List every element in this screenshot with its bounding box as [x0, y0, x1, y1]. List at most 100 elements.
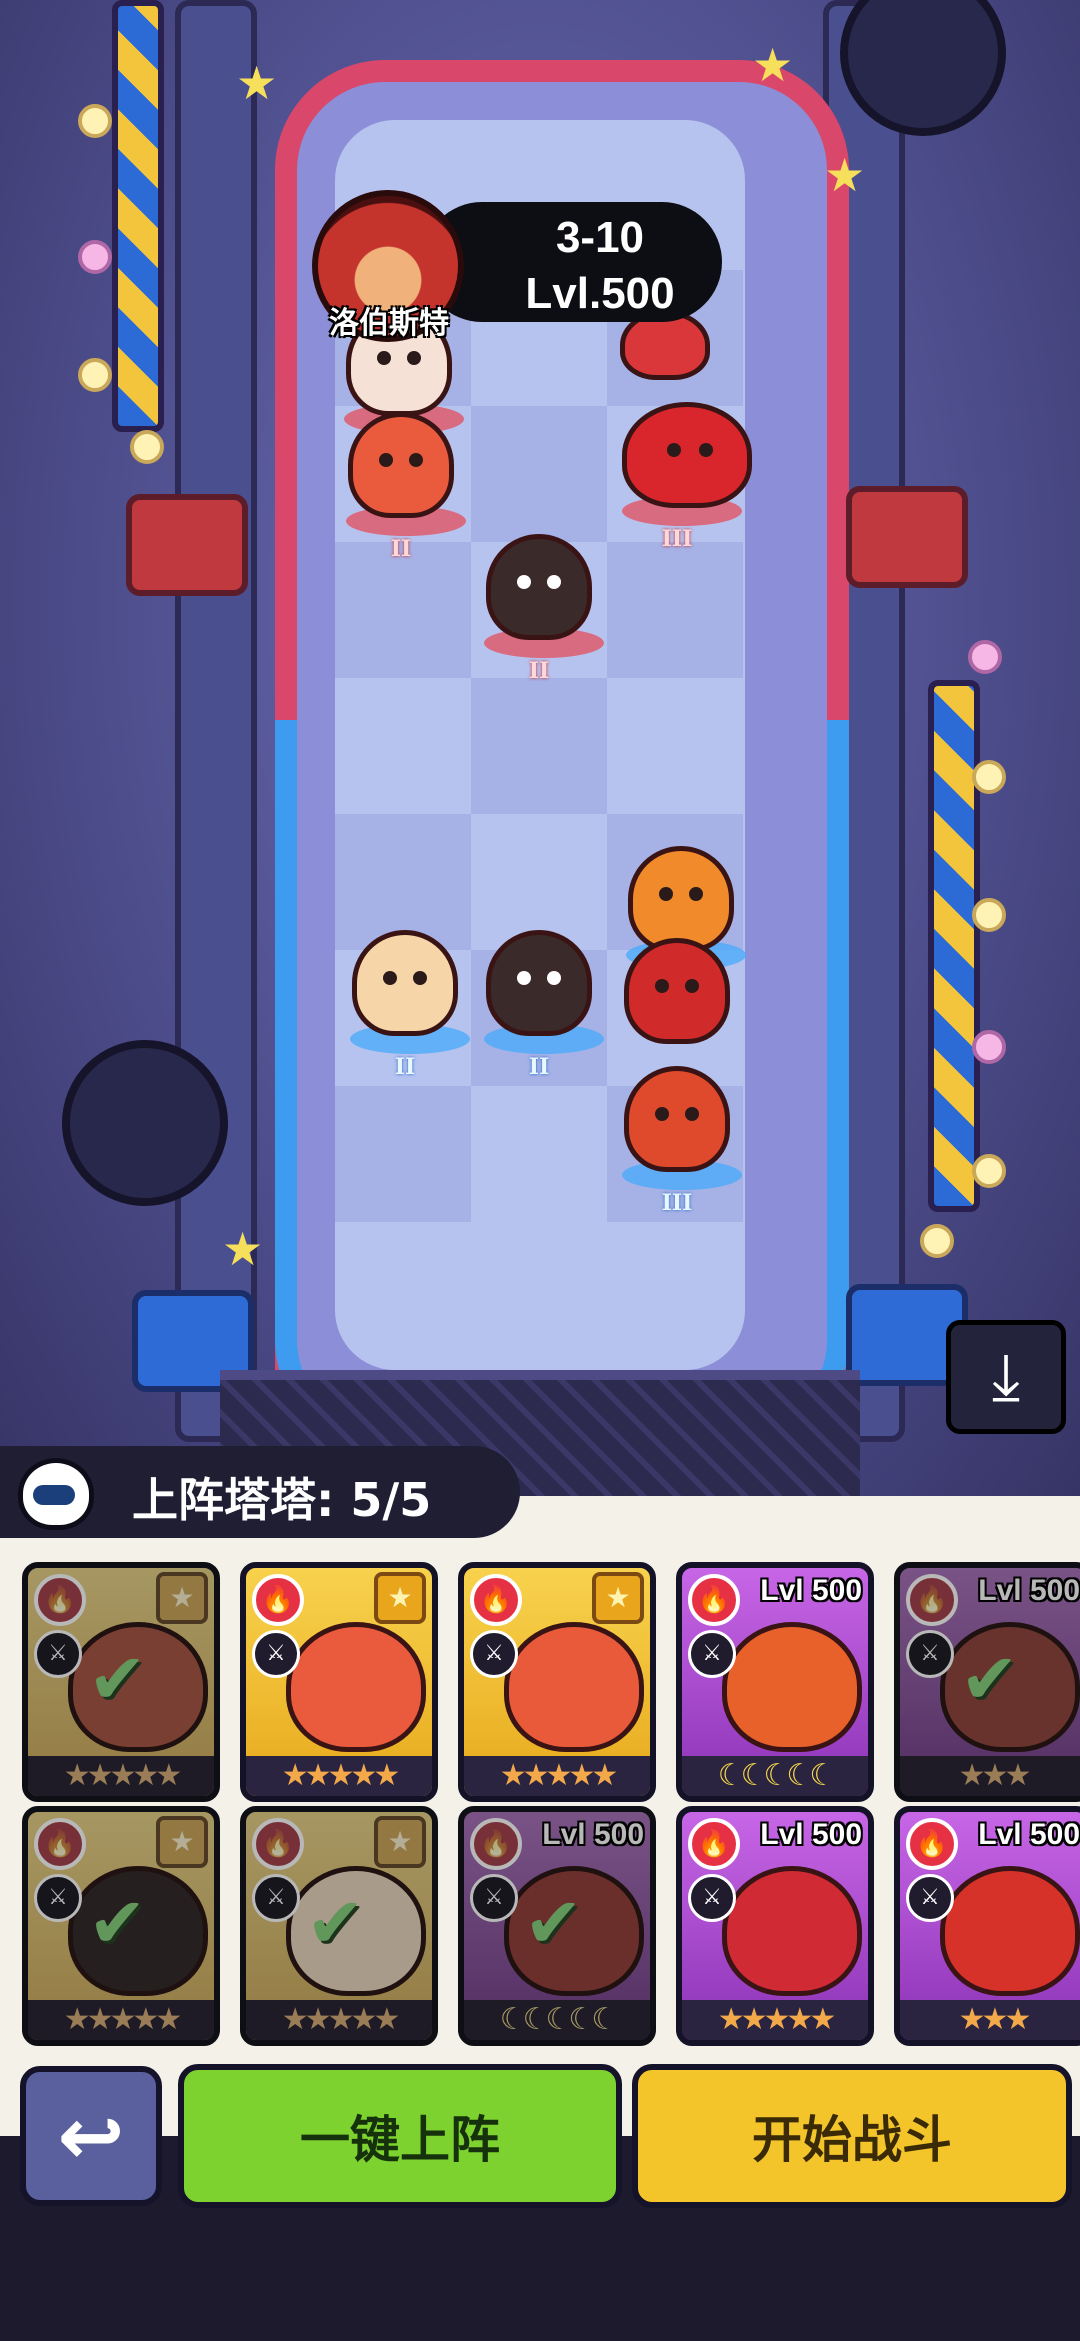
pet-card[interactable]: 🔥 ⚔ ★ ✔ ★★★★★	[240, 1806, 438, 2046]
pet-portrait	[722, 1866, 862, 1996]
back-arrow-icon: ↩	[57, 2089, 125, 2183]
class-icon: ⚔	[906, 1630, 954, 1678]
card-rating: ☾☾☾☾☾	[682, 1756, 868, 1796]
spotlight	[62, 1040, 228, 1206]
in-lineup-check-icon: ✔	[88, 1638, 147, 1720]
favorite-star-icon: ★	[156, 1572, 208, 1624]
star-decoration: ★	[824, 148, 866, 202]
fire-element-icon: 🔥	[34, 1818, 86, 1870]
red-pillar	[126, 494, 248, 596]
class-icon: ⚔	[34, 1630, 82, 1678]
card-rating: ★★★	[900, 1756, 1080, 1796]
card-level: Lvl 500	[978, 1574, 1080, 1607]
stage-light	[78, 358, 112, 392]
class-icon: ⚔	[470, 1874, 518, 1922]
fire-element-icon: 🔥	[470, 1574, 522, 1626]
card-rating: ★★★★★	[682, 2000, 868, 2040]
star-decoration: ★	[236, 56, 278, 110]
card-rating: ★★★★★	[246, 1756, 432, 1796]
in-lineup-check-icon: ✔	[960, 1638, 1019, 1720]
stage-light	[130, 430, 164, 464]
red-pillar	[846, 486, 968, 588]
card-level: Lvl 500	[760, 1574, 862, 1607]
ally-unit-bird[interactable]	[622, 938, 732, 1044]
favorite-star-icon: ★	[592, 1572, 644, 1624]
card-rating: ★★★	[900, 2000, 1080, 2040]
stage-light	[972, 898, 1006, 932]
card-rating: ★★★★★	[464, 1756, 650, 1796]
opponent-level: Lvl.500	[525, 269, 675, 318]
fire-element-icon: 🔥	[688, 1818, 740, 1870]
fire-element-icon: 🔥	[252, 1818, 304, 1870]
roster-header: 上阵塔塔: 5/5	[0, 1446, 520, 1538]
card-rating: ★★★★★	[28, 1756, 214, 1796]
pet-portrait	[504, 1622, 644, 1752]
right-banner	[928, 680, 980, 1212]
pet-card[interactable]: 🔥 ⚔ ★ ★★★★★	[240, 1562, 438, 1802]
pet-card[interactable]: 🔥 ⚔ Lvl 500 ★★★	[894, 1806, 1080, 2046]
stage-light	[920, 1224, 954, 1258]
class-icon: ⚔	[470, 1630, 518, 1678]
class-icon: ⚔	[252, 1874, 300, 1922]
opponent-name: 洛伯斯特	[329, 306, 449, 341]
enemy-unit-dragon[interactable]: III	[622, 402, 752, 552]
pet-portrait	[286, 1622, 426, 1752]
class-icon: ⚔	[688, 1630, 736, 1678]
stage-light	[78, 104, 112, 138]
class-icon: ⚔	[906, 1874, 954, 1922]
download-icon: ⤓	[991, 1340, 1021, 1414]
favorite-star-icon: ★	[374, 1572, 426, 1624]
fire-element-icon: 🔥	[470, 1818, 522, 1870]
pet-card[interactable]: 🔥 ⚔ ★ ★★★★★	[458, 1562, 656, 1802]
favorite-star-icon: ★	[156, 1816, 208, 1868]
fire-element-icon: 🔥	[906, 1574, 958, 1626]
pet-card[interactable]: 🔥 ⚔ Lvl 500 ★★★★★	[676, 1806, 874, 2046]
pet-card[interactable]: 🔥 ⚔ Lvl 500 ✔ ☾☾☾☾☾	[458, 1806, 656, 2046]
class-icon: ⚔	[688, 1874, 736, 1922]
stage-light	[972, 1030, 1006, 1064]
favorite-star-icon: ★	[374, 1816, 426, 1868]
download-button[interactable]: ⤓	[946, 1320, 1066, 1434]
enemy-unit-fox[interactable]: II	[346, 412, 466, 562]
auto-deploy-button[interactable]: 一键上阵	[178, 2064, 622, 2208]
start-battle-button[interactable]: 开始战斗	[632, 2064, 1072, 2208]
fire-element-icon: 🔥	[688, 1574, 740, 1626]
card-level: Lvl 500	[978, 1818, 1080, 1851]
auto-deploy-label: 一键上阵	[300, 2111, 500, 2169]
stage-label: 3-10	[555, 213, 645, 262]
star-decoration: ★	[752, 38, 794, 92]
star-decoration: ★	[222, 1222, 264, 1276]
ally-unit-dragon[interactable]: III	[622, 1066, 742, 1216]
class-icon: ⚔	[252, 1630, 300, 1678]
fire-element-icon: 🔥	[906, 1818, 958, 1870]
ally-unit-dog[interactable]: II	[484, 930, 604, 1080]
class-icon: ⚔	[34, 1874, 82, 1922]
left-banner	[112, 0, 164, 432]
stage-light	[972, 1154, 1006, 1188]
card-rating: ★★★★★	[246, 2000, 432, 2040]
in-lineup-check-icon: ✔	[306, 1882, 365, 1964]
enemy-unit-dog[interactable]: II	[484, 534, 604, 684]
stage-light	[78, 240, 112, 274]
battle-arena: ★ ★ ★ ★ II II I II II I IIII 3-10 Lvl.50…	[0, 0, 1080, 1500]
card-rating: ★★★★★	[28, 2000, 214, 2040]
pet-portrait	[940, 1866, 1080, 1996]
in-lineup-check-icon: ✔	[88, 1882, 147, 1964]
in-lineup-check-icon: ✔	[524, 1882, 583, 1964]
fire-element-icon: 🔥	[34, 1574, 86, 1626]
pet-card[interactable]: 🔥 ⚔ ★ ✔ ★★★★★	[22, 1562, 220, 1802]
back-button[interactable]: ↩	[20, 2066, 162, 2206]
fire-element-icon: 🔥	[252, 1574, 304, 1626]
pet-card[interactable]: 🔥 ⚔ Lvl 500 ✔ ★★★	[894, 1562, 1080, 1802]
pet-card[interactable]: 🔥 ⚔ ★ ✔ ★★★★★	[22, 1806, 220, 2046]
opponent-info: 3-10 Lvl.500 洛伯斯特	[312, 190, 722, 342]
ally-unit-rabbit[interactable]: II	[350, 930, 470, 1080]
card-level: Lvl 500	[542, 1818, 644, 1851]
roster-count-label: 上阵塔塔: 5/5	[132, 1473, 432, 1527]
pet-card[interactable]: 🔥 ⚔ Lvl 500 ☾☾☾☾☾	[676, 1562, 874, 1802]
cat-mascot-icon	[18, 1458, 94, 1530]
card-rating: ☾☾☾☾☾	[464, 2000, 650, 2040]
pet-portrait	[722, 1622, 862, 1752]
card-level: Lvl 500	[760, 1818, 862, 1851]
stage-light	[972, 760, 1006, 794]
